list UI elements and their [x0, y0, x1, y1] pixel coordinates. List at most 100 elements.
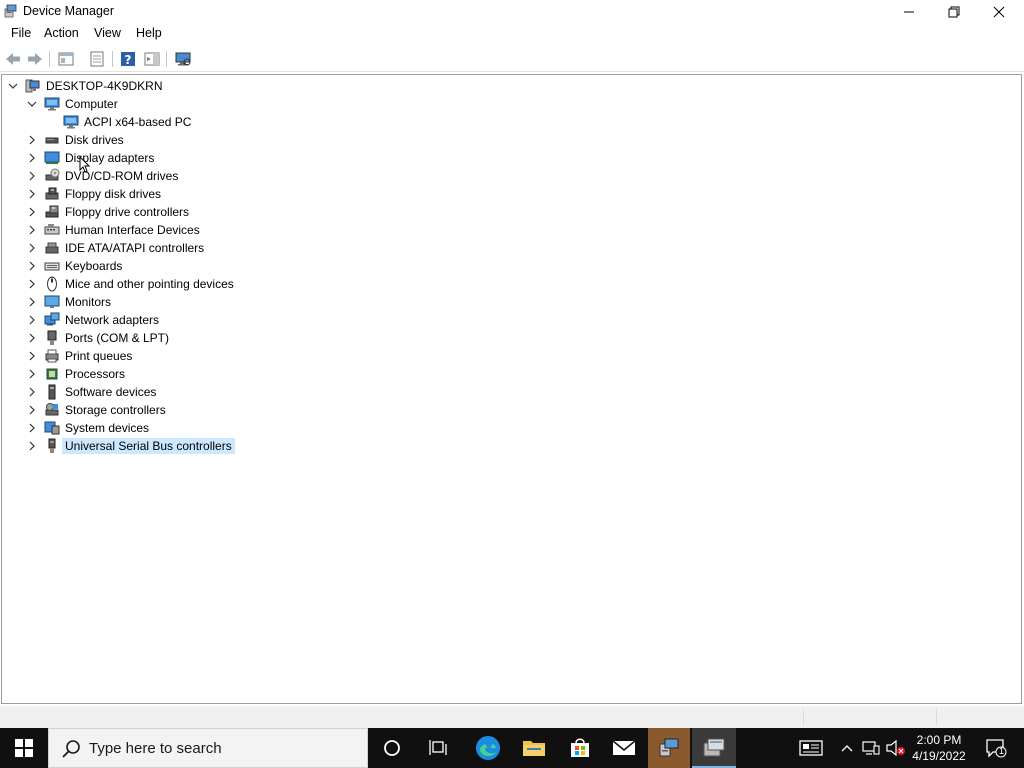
tree-item-category[interactable]: Display adapters	[62, 150, 157, 166]
action-pane-icon	[144, 52, 160, 66]
mail-button[interactable]	[603, 728, 645, 768]
tree-item-category[interactable]: Human Interface Devices	[62, 222, 203, 238]
tree-item-category[interactable]: Keyboards	[62, 258, 125, 274]
chevron-right-icon[interactable]	[27, 207, 37, 217]
chevron-right-icon[interactable]	[27, 153, 37, 163]
help-button[interactable]: ?	[118, 49, 138, 69]
minimize-button[interactable]	[886, 0, 932, 24]
title-bar[interactable]: Device Manager	[0, 0, 1024, 24]
start-button[interactable]	[0, 728, 48, 768]
chevron-right-icon[interactable]	[27, 423, 37, 433]
tree-item-category[interactable]: System devices	[62, 420, 152, 436]
toolbar-separator	[49, 51, 50, 67]
windows-logo-icon	[15, 739, 33, 757]
chevron-right-icon[interactable]	[27, 351, 37, 361]
tree-item-category[interactable]: Disk drives	[62, 132, 127, 148]
tree-item-category[interactable]: Floppy disk drives	[62, 186, 164, 202]
dvd-drive-icon	[45, 168, 60, 181]
device-manager-task-icon	[659, 738, 679, 757]
file-explorer-button[interactable]	[511, 728, 557, 768]
chevron-right-icon[interactable]	[27, 441, 37, 451]
tree-item-category[interactable]: Mice and other pointing devices	[62, 276, 237, 292]
close-icon	[993, 6, 1005, 18]
clock[interactable]: 2:00 PM 4/19/2022	[904, 732, 974, 764]
store-button[interactable]	[557, 728, 603, 768]
scan-hardware-button[interactable]	[173, 49, 193, 69]
tree-item-computer[interactable]: Computer	[62, 96, 121, 112]
chevron-right-icon[interactable]	[27, 279, 37, 289]
cortana-button[interactable]	[370, 728, 414, 768]
tree-item-category[interactable]: Processors	[62, 366, 128, 382]
status-bar	[0, 706, 1024, 728]
device-manager-task-button[interactable]	[648, 728, 690, 768]
processor-icon	[46, 368, 58, 380]
tree-item-category[interactable]: Network adapters	[62, 312, 162, 328]
tree-item-category[interactable]: Monitors	[62, 294, 114, 310]
active-app-icon	[703, 738, 725, 757]
toolbar-separator	[166, 51, 167, 67]
text-cursor-icon	[79, 156, 91, 173]
back-icon	[6, 53, 20, 65]
chevron-right-icon[interactable]	[27, 225, 37, 235]
chevron-right-icon[interactable]	[27, 297, 37, 307]
menu-action[interactable]: Action	[42, 26, 81, 40]
chevron-down-icon[interactable]	[27, 99, 37, 109]
mouse-icon	[47, 276, 57, 292]
tree-item-category[interactable]: Universal Serial Bus controllers	[62, 438, 235, 454]
tree-root-label[interactable]: DESKTOP-4K9DKRN	[43, 78, 165, 94]
chevron-right-icon[interactable]	[27, 261, 37, 271]
notification-center-button[interactable]: 1	[980, 728, 1012, 768]
svg-text:?: ?	[125, 53, 132, 67]
news-icon	[799, 740, 823, 756]
show-hide-tree-button[interactable]	[56, 49, 76, 69]
port-icon	[47, 330, 57, 345]
tree-item-category[interactable]: Print queues	[62, 348, 135, 364]
keyboard-icon	[44, 262, 60, 271]
edge-button[interactable]	[465, 728, 511, 768]
tree-item-category[interactable]: Software devices	[62, 384, 159, 400]
tree-item-acpi-pc[interactable]: ACPI x64-based PC	[81, 114, 194, 130]
forward-icon	[28, 53, 42, 65]
software-device-icon	[48, 384, 56, 400]
action-pane-button[interactable]	[142, 49, 162, 69]
network-tray-button[interactable]	[860, 728, 882, 768]
help-icon: ?	[121, 52, 135, 67]
status-divider	[803, 709, 804, 725]
back-button[interactable]	[3, 49, 23, 69]
chevron-right-icon[interactable]	[27, 171, 37, 181]
task-view-button[interactable]	[416, 728, 462, 768]
ide-controller-icon	[45, 242, 59, 254]
tree-item-category[interactable]: Ports (COM & LPT)	[62, 330, 172, 346]
close-button[interactable]	[976, 0, 1022, 24]
disk-drive-icon	[45, 137, 59, 144]
chevron-right-icon[interactable]	[27, 243, 37, 253]
taskbar: Type here to search 2:00 PM 4/19/2022 1	[0, 728, 1024, 768]
taskbar-search[interactable]: Type here to search	[48, 728, 368, 768]
chevron-right-icon[interactable]	[27, 135, 37, 145]
chevron-right-icon[interactable]	[27, 387, 37, 397]
monitor-icon	[44, 295, 60, 308]
chevron-right-icon[interactable]	[27, 333, 37, 343]
chevron-down-icon[interactable]	[8, 81, 18, 91]
chevron-up-icon	[841, 745, 853, 752]
chevron-right-icon[interactable]	[27, 315, 37, 325]
menu-help[interactable]: Help	[134, 26, 164, 40]
restore-button[interactable]	[931, 0, 977, 24]
properties-button[interactable]	[87, 49, 107, 69]
active-app-button[interactable]	[692, 728, 736, 768]
tree-item-category[interactable]: Storage controllers	[62, 402, 169, 418]
news-widget-button[interactable]	[794, 728, 828, 768]
chevron-right-icon[interactable]	[27, 369, 37, 379]
tree-item-category[interactable]: Floppy drive controllers	[62, 204, 192, 220]
clock-date: 4/19/2022	[912, 749, 966, 763]
menu-file[interactable]: File	[9, 26, 33, 40]
menu-view[interactable]: View	[92, 26, 123, 40]
device-tree[interactable]: DESKTOP-4K9DKRN Computer ACPI x64-based PC…	[1, 74, 1022, 704]
forward-button[interactable]	[25, 49, 45, 69]
mail-icon	[612, 740, 636, 755]
notification-count: 1	[999, 746, 1005, 756]
chevron-right-icon[interactable]	[27, 405, 37, 415]
tree-item-category[interactable]: IDE ATA/ATAPI controllers	[62, 240, 207, 256]
chevron-right-icon[interactable]	[27, 189, 37, 199]
show-hidden-icons-button[interactable]	[838, 728, 856, 768]
